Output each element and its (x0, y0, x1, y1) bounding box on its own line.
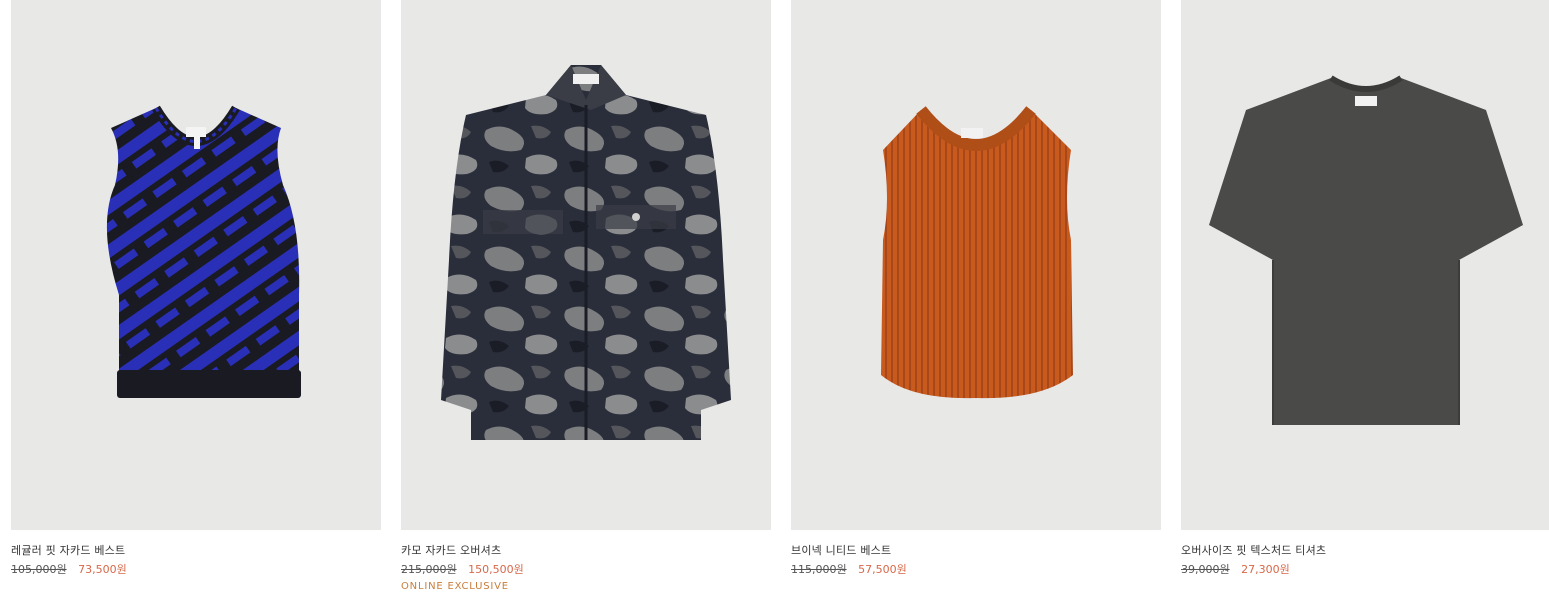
vest-orange-knit-image (881, 106, 1073, 399)
sale-price: 57,500원 (858, 563, 907, 576)
product-name[interactable]: 카모 자카드 오버셔츠 (401, 544, 771, 558)
price-row: 39,000원 27,300원 (1181, 563, 1549, 577)
price-row: 115,000원 57,500원 (791, 563, 1161, 577)
sale-price: 27,300원 (1241, 563, 1290, 576)
online-exclusive-badge: ONLINE EXCLUSIVE (401, 581, 509, 592)
tshirt-dark-grey-image (1209, 75, 1523, 425)
sale-price: 73,500원 (78, 563, 127, 576)
product-name[interactable]: 브이넥 니티드 베스트 (791, 544, 1161, 558)
product-card[interactable]: 브이넥 니티드 베스트 115,000원 57,500원 (791, 0, 1161, 593)
original-price: 105,000원 (11, 563, 67, 576)
sale-price: 150,500원 (468, 563, 524, 576)
product-card[interactable]: 오버사이즈 핏 텍스처드 티셔츠 39,000원 27,300원 (1181, 0, 1549, 593)
product-image[interactable] (791, 0, 1161, 530)
product-card[interactable]: 레귤러 핏 자카드 베스트 105,000원 73,500원 (11, 0, 381, 593)
product-name[interactable]: 레귤러 핏 자카드 베스트 (11, 544, 381, 558)
vest-blue-jacquard-image (106, 105, 301, 398)
price-row: 215,000원 150,500원 (401, 563, 771, 577)
product-image[interactable] (401, 0, 771, 530)
product-name[interactable]: 오버사이즈 핏 텍스처드 티셔츠 (1181, 544, 1549, 558)
original-price: 39,000원 (1181, 563, 1230, 576)
overshirt-camo-image (441, 65, 731, 440)
product-image[interactable] (11, 0, 381, 530)
price-row: 105,000원 73,500원 (11, 563, 381, 577)
product-card[interactable]: 카모 자카드 오버셔츠 215,000원 150,500원 ONLINE EXC… (401, 0, 771, 593)
product-image[interactable] (1181, 0, 1549, 530)
product-grid: 레귤러 핏 자카드 베스트 105,000원 73,500원 카모 자카드 오버… (11, 0, 1549, 593)
original-price: 115,000원 (791, 563, 847, 576)
original-price: 215,000원 (401, 563, 457, 576)
